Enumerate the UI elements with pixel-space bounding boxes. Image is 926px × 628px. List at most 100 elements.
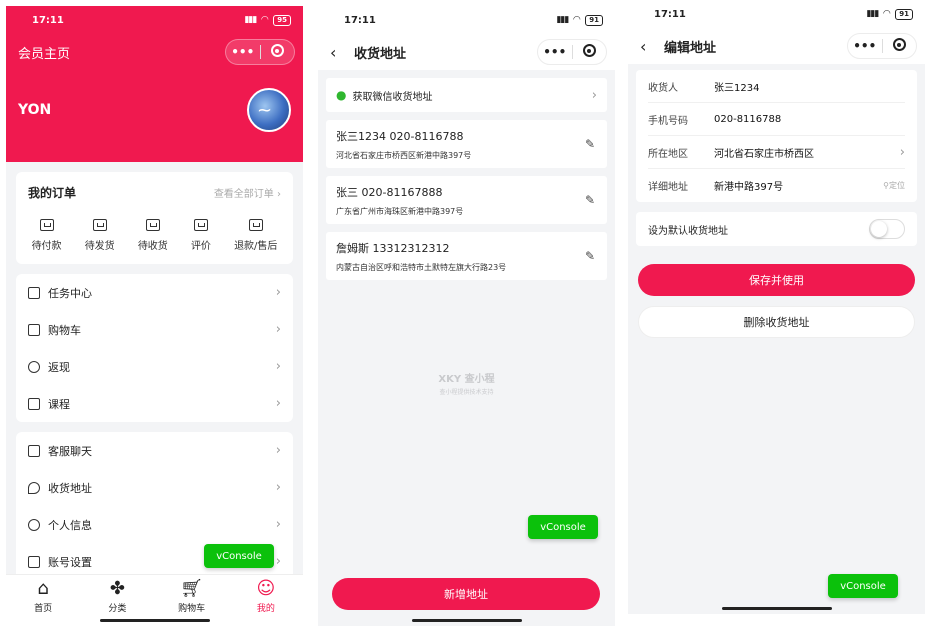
menu-item-customer-chat[interactable]: 客服聊天 › — [16, 432, 293, 469]
vconsole-button[interactable]: vConsole — [528, 515, 598, 539]
vconsole-button[interactable]: vConsole — [204, 544, 274, 568]
member-header: 17:11 ▮▮▮ ◠ 95 会员主页 ••• YON — [6, 6, 303, 162]
home-indicator — [721, 607, 832, 610]
default-address-label: 设为默认收货地址 — [648, 225, 728, 237]
avatar[interactable] — [247, 88, 291, 132]
page-title: 收货地址 — [354, 46, 407, 62]
nav-bar: 会员主页 ••• — [6, 34, 303, 70]
recipient-input[interactable]: 张三1234 — [714, 79, 905, 94]
user-icon — [28, 518, 40, 531]
back-icon[interactable]: ‹ — [330, 43, 344, 62]
chevron-right-icon: › — [275, 322, 281, 337]
location-icon — [28, 481, 40, 494]
address-item[interactable]: 张三1234 020-8116788 河北省石家庄市桥西区新港中路397号 ✎ — [326, 120, 607, 168]
box-icon — [92, 219, 107, 231]
nav-bar: ‹ 收货地址 ••• — [318, 34, 615, 70]
chevron-right-icon: › — [591, 87, 597, 103]
mini-program-capsule: ••• — [847, 33, 917, 59]
order-refund[interactable]: 退款/售后 — [234, 219, 277, 252]
watermark: XKY 查小程 查小程提供技术支持 — [438, 374, 495, 396]
battery-icon: 91 — [585, 14, 603, 26]
order-pending-payment[interactable]: 待付款 — [32, 219, 62, 252]
signal-icon: ▮▮▮ — [244, 15, 257, 25]
address-name-phone: 张三 020-81167888 — [336, 186, 443, 199]
view-all-orders-link[interactable]: 查看全部订单 › — [214, 185, 281, 200]
cart-icon — [28, 323, 40, 336]
more-button[interactable]: ••• — [848, 39, 882, 53]
home-indicator — [411, 619, 522, 622]
close-button[interactable] — [883, 38, 917, 54]
member-home-screen: 17:11 ▮▮▮ ◠ 95 会员主页 ••• YON 我的订单 查看全部订单 … — [6, 6, 303, 626]
chevron-right-icon: › — [275, 396, 281, 411]
close-button[interactable] — [573, 44, 607, 60]
order-status-row: 待付款 待发货 待收货 评价 退款/售后 — [16, 207, 293, 264]
default-address-toggle[interactable] — [869, 219, 905, 239]
menu-item-address[interactable]: 收货地址 › — [16, 469, 293, 506]
menu-item-profile[interactable]: 个人信息 › — [16, 506, 293, 543]
close-button[interactable] — [261, 44, 295, 60]
status-time: 17:11 — [654, 8, 686, 20]
locate-button[interactable]: ⚲定位 — [883, 180, 905, 191]
address-name-phone: 詹姆斯 13312312312 — [336, 242, 450, 255]
form-row-recipient: 收货人 张三1234 — [648, 70, 905, 103]
nav-bar: ‹ 编辑地址 ••• — [628, 28, 925, 64]
address-item[interactable]: 詹姆斯 13312312312 内蒙古自治区呼和浩特市土默特左旗大行路23号 ✎ — [326, 232, 607, 280]
wifi-icon: ◠ — [573, 15, 581, 25]
orders-title: 我的订单 — [28, 186, 77, 200]
address-list-screen: 17:11 ▮▮▮ ◠ 91 ‹ 收货地址 ••• ● 获取微信收货地址 › 张… — [318, 6, 615, 626]
order-pending-receipt[interactable]: 待收货 — [138, 219, 168, 252]
chevron-right-icon: › — [275, 443, 281, 458]
home-indicator — [99, 619, 210, 622]
tab-mine[interactable]: ☺ 我的 — [229, 575, 303, 626]
address-detail: 广东省广州市海珠区新港中路397号 — [336, 207, 464, 216]
page-title: 编辑地址 — [664, 40, 717, 56]
status-bar: 17:11 ▮▮▮ ◠ 91 — [318, 6, 615, 34]
edit-icon[interactable]: ✎ — [585, 137, 595, 151]
chat-icon — [28, 444, 40, 457]
edit-icon[interactable]: ✎ — [585, 193, 595, 207]
mini-program-capsule: ••• — [537, 39, 607, 65]
region-picker[interactable]: 河北省石家庄市桥西区 — [714, 145, 900, 160]
wechat-address-row[interactable]: ● 获取微信收货地址 › — [326, 78, 607, 112]
wechat-icon: ● — [336, 88, 347, 102]
chevron-right-icon: › — [275, 480, 281, 495]
refund-icon — [248, 219, 263, 231]
order-pending-shipment[interactable]: 待发货 — [85, 219, 115, 252]
default-address-row: 设为默认收货地址 — [636, 212, 917, 246]
address-detail: 内蒙古自治区呼和浩特市土默特左旗大行路23号 — [336, 263, 507, 272]
menu-item-cart[interactable]: 购物车 › — [16, 311, 293, 348]
chevron-right-icon: › — [899, 144, 905, 160]
category-icon: ✤ — [109, 578, 125, 599]
status-time: 17:11 — [344, 14, 376, 26]
field-label: 收货人 — [648, 82, 678, 94]
cashback-icon — [28, 360, 40, 373]
settings-icon — [28, 555, 40, 568]
field-label: 手机号码 — [648, 115, 688, 127]
vconsole-button[interactable]: vConsole — [828, 574, 898, 598]
save-and-use-button[interactable]: 保存并使用 — [638, 264, 915, 296]
chevron-right-icon: › — [275, 359, 281, 374]
delete-address-button[interactable]: 删除收货地址 — [638, 306, 915, 338]
field-label: 所在地区 — [648, 148, 688, 160]
edit-icon[interactable]: ✎ — [585, 249, 595, 263]
signal-icon: ▮▮▮ — [866, 9, 879, 19]
form-row-phone: 手机号码 020-8116788 — [648, 103, 905, 136]
order-review[interactable]: 评价 — [191, 219, 211, 252]
form-row-region[interactable]: 所在地区 河北省石家庄市桥西区 › — [648, 136, 905, 169]
tab-home[interactable]: ⌂ 首页 — [6, 575, 80, 626]
chevron-right-icon: › — [275, 517, 281, 532]
menu-item-cashback[interactable]: 返现 › — [16, 348, 293, 385]
add-address-button[interactable]: 新增地址 — [332, 578, 600, 610]
target-icon — [270, 44, 284, 57]
phone-input[interactable]: 020-8116788 — [714, 114, 905, 125]
more-button[interactable]: ••• — [226, 45, 260, 59]
field-label: 详细地址 — [648, 182, 688, 193]
menu-item-course[interactable]: 课程 › — [16, 385, 293, 422]
wallet-icon — [39, 219, 54, 231]
menu-item-task-center[interactable]: 任务中心 › — [16, 274, 293, 311]
more-button[interactable]: ••• — [538, 45, 572, 59]
profile-row: YON — [6, 70, 303, 132]
back-icon[interactable]: ‹ — [640, 37, 654, 56]
address-item[interactable]: 张三 020-81167888 广东省广州市海珠区新港中路397号 ✎ — [326, 176, 607, 224]
detail-address-input[interactable]: 新港中路397号 — [714, 178, 883, 193]
